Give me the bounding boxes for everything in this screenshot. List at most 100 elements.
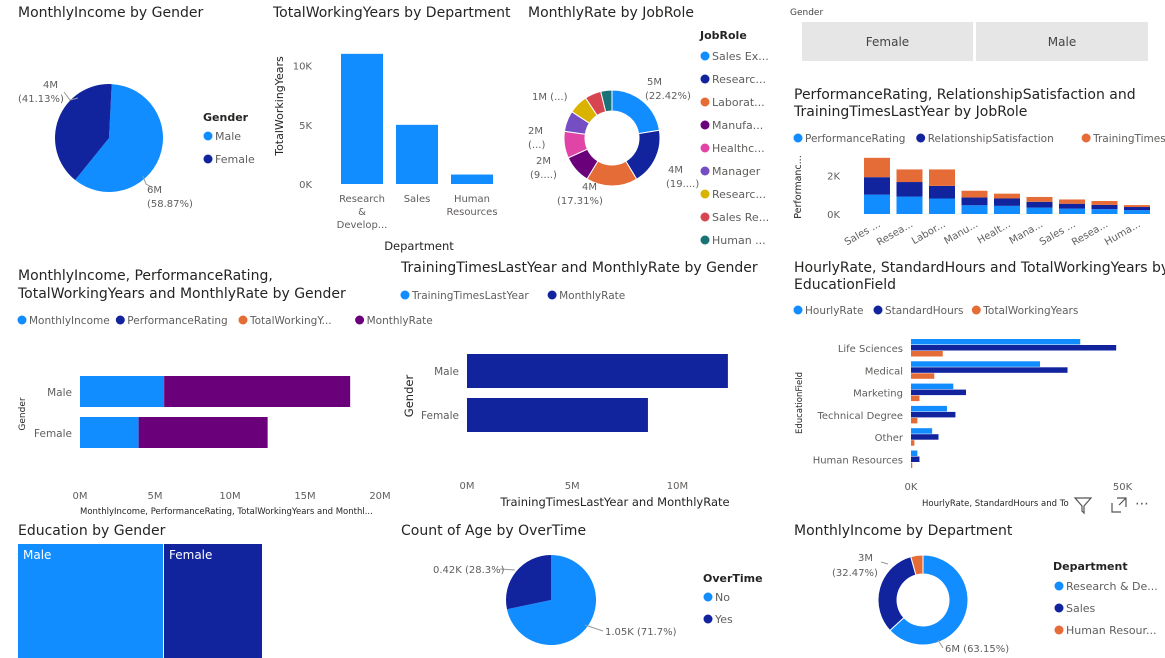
bar-4-0: [994, 205, 1020, 214]
education-by-gender-chart: Education by Gender Male Female: [0, 520, 390, 658]
bar-2-2: [929, 169, 955, 186]
more-options-icon[interactable]: ⋯: [1135, 496, 1149, 512]
y-tick-label: 0K: [827, 210, 840, 221]
x-tick-label: Sales: [404, 194, 431, 205]
x-axis-label: TrainingTimesLastYear and MonthlyRate: [499, 495, 729, 509]
hourlyrate-by-educationfield-chart: HourlyRate, StandardHours and TotalWorki…: [788, 258, 1165, 520]
legend-title: OverTime: [703, 572, 763, 585]
bar-1-0: [80, 417, 139, 448]
y-axis-label: Gender: [18, 397, 28, 430]
legend-item-label: TrainingTimesLastYear: [411, 290, 529, 302]
data-label: (22.42%): [645, 91, 691, 102]
pie-slice-yes: [506, 555, 551, 610]
bar-6-0: [1059, 208, 1085, 214]
legend-item-3-marker: [700, 120, 710, 130]
bar-0-0: [911, 339, 1081, 345]
bar-8-1: [1124, 207, 1150, 211]
legend-item-5-label: Manager: [712, 165, 761, 178]
bar-5-2: [1026, 196, 1053, 202]
bar-1-1: [911, 367, 1068, 373]
slicer-option-male[interactable]: Male: [976, 22, 1148, 61]
bar-2-2: [911, 395, 920, 402]
legend-item-male-marker: [203, 131, 213, 141]
legend-item-2-marker: [1054, 625, 1064, 635]
data-label: 1M (...): [532, 92, 568, 103]
bar-7-0: [1091, 209, 1118, 214]
legend-item-marker: [873, 305, 883, 315]
legend-item-5-marker: [700, 166, 710, 176]
y-tick-label: Human Resources: [813, 456, 903, 467]
legend-item-yes-marker: [703, 614, 713, 624]
data-label: (58.87%): [147, 199, 193, 210]
bar-2: [451, 174, 493, 184]
x-tick-label: Resea...: [875, 219, 915, 248]
x-tick-label: Develop...: [337, 220, 388, 231]
y-tick-label: Female: [421, 410, 459, 422]
x-tick-label: Labor...: [910, 219, 947, 247]
bar-0-1: [864, 177, 890, 195]
legend-item-marker: [971, 305, 981, 315]
bar-1-0: [896, 196, 923, 214]
legend-item-marker: [916, 133, 926, 143]
bar-chart-svg: 0K 5K 10K TotalWorkingYears Research & Develop…: [273, 53, 498, 253]
legend-item-0-marker: [1054, 581, 1064, 591]
legend-item-marker: [547, 290, 557, 300]
y-tick-label: 5K: [299, 121, 312, 132]
bar-4-1: [994, 198, 1020, 206]
y-axis-label: Gender: [402, 375, 416, 418]
legend-item-0-label: Sales Ex...: [712, 50, 769, 63]
y-tick-label: Technical Degree: [817, 411, 904, 422]
legend-item-3-label: Manufa...: [712, 119, 763, 132]
legend-item-label: TotalWorkingYears: [982, 305, 1078, 317]
x-tick-label: Human: [454, 194, 490, 205]
legend-item-2-label: Human Resour...: [1066, 624, 1157, 637]
bar-7-1: [1091, 204, 1118, 210]
bar-4-2: [994, 193, 1020, 199]
legend-item-1-label: Researc...: [712, 73, 766, 86]
bar-0-0: [80, 376, 164, 407]
treemap-label: Male: [23, 548, 52, 562]
bar-0-2: [911, 351, 943, 357]
bar-5-0: [911, 450, 918, 456]
bar-0-1: [911, 345, 1117, 351]
legend-item-7-marker: [700, 212, 710, 222]
y-tick-label: 10K: [293, 62, 313, 73]
bar-1-1: [896, 182, 923, 197]
data-label: (17.31%): [557, 196, 603, 207]
bar-2-1: [929, 185, 955, 199]
data-label: 0.42K (28.3%): [433, 565, 505, 576]
y-tick-label: Marketing: [853, 389, 903, 400]
x-tick-label: Sales ...: [1038, 219, 1078, 248]
bar-3-2: [911, 417, 918, 424]
legend-item-label: TotalWorkingY...: [249, 315, 332, 327]
monthlyincome-performance-by-gender-chart: MonthlyIncome, PerformanceRating, TotalW…: [0, 262, 433, 520]
legend-item-6-label: Researc...: [712, 188, 766, 201]
data-label: (41.13%): [18, 94, 64, 105]
legend-item-yes-label: Yes: [714, 613, 733, 626]
slicer-option-female[interactable]: Female: [802, 22, 973, 61]
monthlyincome-by-department-chart: MonthlyIncome by Department 6M (63.15%) 3…: [788, 520, 1165, 658]
totalworkingyears-by-department-chart: TotalWorkingYears by Department 0K 5K 10K T…: [268, 0, 523, 260]
legend-item-label: MonthlyIncome: [29, 315, 110, 327]
legend-item-6-marker: [700, 189, 710, 199]
pie-chart-svg: 6M (58.87%) 4M (41.13%) Gender Male Female: [18, 80, 255, 210]
focus-mode-icon[interactable]: [1110, 496, 1128, 518]
bar-6-1: [1059, 203, 1085, 209]
data-label: 6M: [147, 185, 162, 196]
treemap-cell-male[interactable]: Male: [18, 544, 163, 658]
bar-5-1: [911, 456, 920, 462]
bar-1-1: [467, 398, 648, 432]
treemap-cell-female[interactable]: Female: [164, 544, 262, 658]
legend-item-marker: [793, 305, 803, 315]
legend-item-label: MonthlyRate: [559, 290, 625, 302]
legend-item-label: TrainingTimesLastYear: [1092, 133, 1165, 145]
y-axis-label: EducationField: [795, 372, 805, 434]
legend-item-1-marker: [700, 74, 710, 84]
filter-icon[interactable]: [1073, 496, 1093, 518]
x-tick-label: 10M: [219, 491, 240, 502]
legend-item-8-label: Human ...: [712, 234, 766, 247]
horizontal-bar-chart-svg: HourlyRate StandardHours TotalWorkingYears…: [793, 305, 1133, 509]
x-tick-label: 5M: [565, 481, 580, 492]
donut-chart-svg: 6M (63.15%) 3M (32.47%) Department Research …: [832, 553, 1158, 655]
x-tick-label: 15M: [294, 491, 315, 502]
